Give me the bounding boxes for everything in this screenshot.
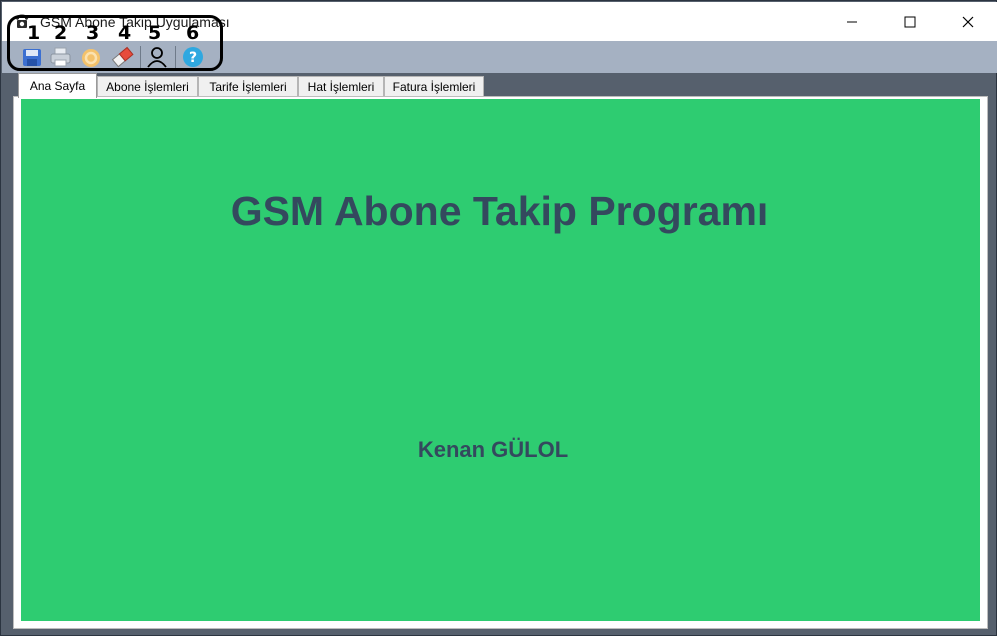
- close-icon: [962, 16, 974, 27]
- tab-fatura-islemleri[interactable]: Fatura İşlemleri: [384, 76, 484, 97]
- annotation-outline: [7, 15, 223, 71]
- author-label: Kenan GÜLOL: [417, 437, 569, 462]
- tab-tarife-islemleri[interactable]: Tarife İşlemleri: [198, 76, 298, 97]
- tab-abone-islemleri[interactable]: Abone İşlemleri: [97, 76, 198, 97]
- close-button[interactable]: [939, 2, 997, 41]
- tab-hat-islemleri[interactable]: Hat İşlemleri: [298, 76, 384, 97]
- minimize-button[interactable]: [823, 2, 881, 41]
- maximize-button[interactable]: [881, 2, 939, 41]
- tab-ana-sayfa[interactable]: Ana Sayfa: [18, 73, 97, 98]
- app-window: GSM Abone Takip Uygulaması ? 1 2 3 4 5 6…: [0, 0, 997, 636]
- minimize-icon: [847, 21, 857, 22]
- maximize-icon: [904, 16, 916, 27]
- home-panel: [21, 99, 980, 621]
- tab-strip: Ana Sayfa Abone İşlemleri Tarife İşlemle…: [2, 73, 997, 98]
- page-title: GSM Abone Takip Programı: [230, 188, 769, 234]
